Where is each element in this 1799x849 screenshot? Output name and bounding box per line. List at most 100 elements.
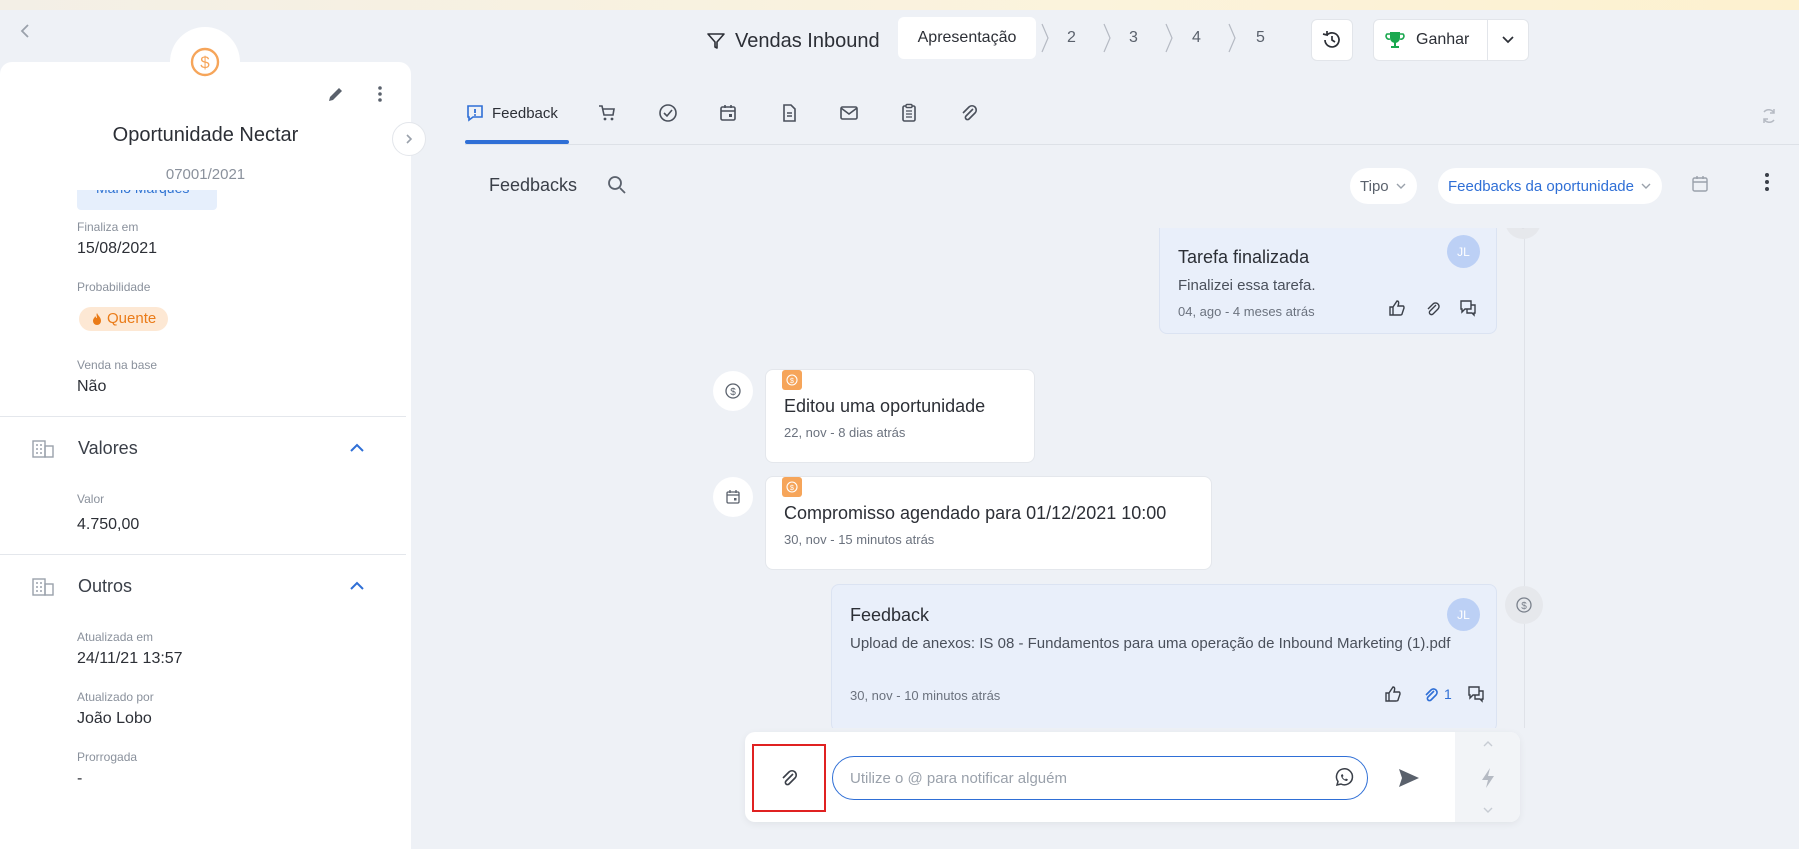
svg-text:$: $ — [730, 387, 736, 398]
dollar-tag: $ — [782, 477, 802, 497]
check-circle-icon — [659, 104, 677, 122]
feed-item-title: Tarefa finalizada — [1178, 247, 1310, 267]
probability-badge: Quente — [79, 307, 169, 331]
send-icon[interactable] — [1396, 765, 1422, 791]
win-button[interactable]: Ganhar — [1373, 19, 1488, 61]
building-icon — [32, 440, 54, 458]
opportunity-avatar: $ — [170, 27, 240, 97]
feed-item-edit: Editou uma oportunidade 22, nov - 8 dias… — [765, 369, 1035, 463]
calendar-filter-icon[interactable] — [1691, 175, 1709, 193]
win-dropdown-button[interactable] — [1487, 19, 1529, 61]
dollar-circle-icon: $ — [725, 383, 741, 399]
message-input[interactable] — [832, 756, 1368, 800]
flame-icon — [93, 313, 101, 325]
stage-5[interactable]: 5 — [1256, 29, 1265, 47]
paperclip-icon[interactable] — [1424, 300, 1442, 318]
collapse-panel-button[interactable] — [392, 122, 426, 156]
venda-label: Venda na base — [77, 358, 158, 372]
type-filter-label: Tipo — [1360, 177, 1389, 195]
atualizado-por-label: Atualizado por — [77, 690, 154, 704]
search-icon[interactable] — [606, 174, 628, 196]
finaliza-value: 15/08/2021 — [77, 240, 158, 257]
pencil-icon[interactable] — [326, 84, 346, 104]
check-circle-icon — [1521, 228, 1525, 229]
chevron-down-icon[interactable] — [1482, 806, 1494, 814]
feed-item-appointment: Compromisso agendado para 01/12/2021 10:… — [765, 476, 1212, 570]
paperclip-icon[interactable] — [1422, 686, 1440, 704]
opportunity-details[interactable]: Mario Marques Finaliza em 15/08/2021 Pro… — [0, 190, 411, 787]
stage-separator-icon — [1103, 23, 1111, 53]
top-band — [0, 0, 1799, 10]
more-vertical-icon[interactable] — [1758, 170, 1776, 194]
type-filter[interactable]: Tipo — [1350, 168, 1417, 204]
prorrogada-label: Prorrogada — [77, 750, 138, 764]
tab-documents[interactable] — [779, 98, 799, 128]
feed-item-title: Feedback — [850, 605, 930, 625]
feed-item-time: 22, nov - 8 dias atrás — [784, 425, 906, 440]
attachment-count[interactable]: 1 — [1444, 686, 1452, 702]
tab-tasks[interactable] — [658, 98, 678, 128]
back-button[interactable] — [14, 20, 36, 42]
section-valores[interactable]: Valores — [0, 428, 411, 468]
feed-item-task: Tarefa finalizada Finalizei essa tarefa.… — [1159, 228, 1497, 334]
valor-value: 4.750,00 — [77, 516, 140, 533]
more-vertical-icon[interactable] — [370, 84, 390, 104]
stage-3[interactable]: 3 — [1129, 29, 1138, 47]
svg-text:$: $ — [790, 485, 794, 492]
comment-icon[interactable] — [1467, 685, 1485, 703]
section-title: Valores — [78, 438, 138, 458]
history-button[interactable] — [1311, 19, 1353, 61]
feed-item-title: Compromisso agendado para 01/12/2021 10:… — [784, 503, 1167, 523]
svg-text:$: $ — [1521, 601, 1527, 612]
responsible-chip[interactable]: Mario Marques — [77, 190, 217, 210]
comment-icon[interactable] — [1459, 299, 1477, 317]
tab-email[interactable] — [839, 98, 859, 128]
like-icon[interactable] — [1388, 299, 1406, 317]
avatar: JL — [1447, 598, 1480, 631]
pipeline-name[interactable]: Vendas Inbound — [735, 30, 880, 53]
valor-label: Valor — [77, 492, 105, 506]
dollar-icon: $ — [786, 374, 798, 386]
section-outros[interactable]: Outros — [0, 566, 411, 606]
atualizada-label: Atualizada em — [77, 630, 154, 644]
svg-text:$: $ — [200, 53, 210, 72]
tab-feedback[interactable]: Feedback — [466, 98, 558, 128]
scope-filter[interactable]: Feedbacks da oportunidade — [1438, 168, 1662, 204]
chevron-up-icon[interactable] — [1482, 740, 1494, 748]
attach-file-button[interactable] — [752, 744, 826, 812]
svg-text:$: $ — [790, 378, 794, 385]
tab-calendar[interactable] — [718, 98, 738, 128]
stage-2[interactable]: 2 — [1067, 29, 1076, 47]
chevron-up-icon[interactable] — [348, 578, 366, 594]
feed-item-time: 30, nov - 10 minutos atrás — [850, 688, 1001, 703]
stage-current[interactable]: Apresentação — [898, 17, 1036, 59]
timeline-marker — [713, 477, 753, 517]
dollar-circle-icon: $ — [1516, 597, 1532, 613]
stage-separator-icon — [1228, 23, 1236, 53]
lightning-icon[interactable] — [1478, 766, 1498, 790]
chevron-up-icon[interactable] — [348, 440, 366, 456]
building-icon — [32, 578, 54, 596]
refresh-icon[interactable] — [1760, 107, 1778, 125]
feed-item-feedback: Feedback Upload de anexos: IS 08 - Funda… — [831, 584, 1497, 728]
paperclip-icon — [782, 769, 798, 786]
dollar-icon: $ — [786, 481, 798, 493]
whatsapp-icon[interactable] — [1333, 767, 1355, 789]
timeline-marker: $ — [1505, 586, 1543, 624]
divider — [0, 416, 406, 417]
probability-value: Quente — [107, 310, 157, 327]
document-icon — [783, 104, 796, 122]
tab-clipboard[interactable] — [899, 98, 919, 128]
stage-4[interactable]: 4 — [1192, 29, 1201, 47]
timeline-marker: $ — [713, 371, 753, 411]
prorrogada-value: - — [77, 770, 83, 787]
feed-list[interactable]: Tarefa finalizada Finalizei essa tarefa.… — [411, 228, 1799, 728]
divider — [0, 554, 406, 555]
feed-item-text: Finalizei essa tarefa. — [1178, 277, 1316, 294]
tab-attachments[interactable] — [959, 98, 979, 128]
chevron-right-icon — [406, 134, 413, 144]
tab-cart[interactable] — [597, 98, 617, 128]
like-icon[interactable] — [1384, 685, 1402, 703]
opportunity-code: 07001/2021 — [165, 166, 246, 183]
chevron-down-icon — [1396, 183, 1406, 189]
